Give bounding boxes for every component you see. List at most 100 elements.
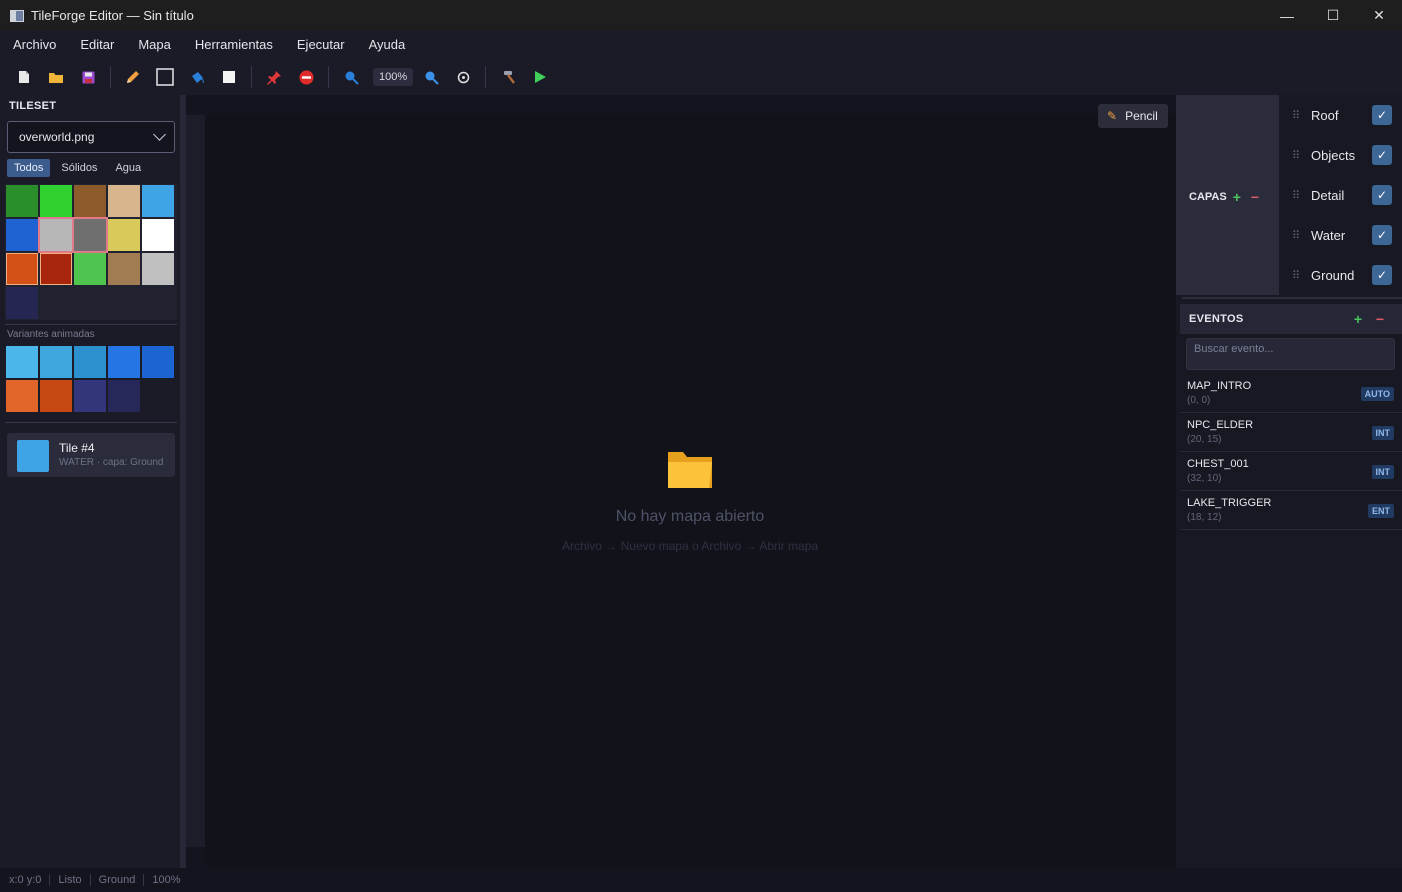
hammer-icon[interactable] <box>494 63 522 91</box>
tile-swatch[interactable] <box>108 253 140 285</box>
no-entry-icon[interactable] <box>292 63 320 91</box>
tile-swatch[interactable] <box>40 185 72 217</box>
animated-tile-grid <box>5 346 177 414</box>
rectangle-icon[interactable] <box>151 63 179 91</box>
empty-state-hint: Archivo → Nuevo mapa o Archivo → Abrir m… <box>561 539 819 553</box>
event-row[interactable]: MAP_INTRO (0, 0) AUTO <box>1180 374 1402 413</box>
tile-swatch[interactable] <box>38 217 74 253</box>
tile-swatch[interactable] <box>74 253 106 285</box>
menu-ayuda[interactable]: Ayuda <box>357 31 418 59</box>
animated-tile-swatch[interactable] <box>40 346 72 378</box>
drag-handle-icon[interactable]: ⠿ <box>1292 149 1311 162</box>
remove-event-button[interactable]: − <box>1376 311 1384 327</box>
event-row[interactable]: CHEST_001 (32, 10) INT <box>1180 452 1402 491</box>
menu-archivo[interactable]: Archivo <box>1 31 68 59</box>
animated-tile-swatch[interactable] <box>74 346 106 378</box>
animated-tile-swatch[interactable] <box>74 380 106 412</box>
tileset-panel: TILESET overworld.png Todos Sólidos Agua… <box>0 95 180 868</box>
close-button[interactable]: ✕ <box>1356 0 1402 31</box>
divider <box>5 422 177 423</box>
status-zoom: 100% <box>152 874 181 886</box>
pencil-icon: ✎ <box>1107 109 1118 123</box>
divider <box>1182 297 1402 299</box>
tab-agua[interactable]: Agua <box>108 159 148 177</box>
tile-swatch[interactable] <box>142 185 174 217</box>
event-position: (18, 12) <box>1187 512 1222 523</box>
animated-tile-swatch[interactable] <box>6 380 38 412</box>
menu-ejecutar[interactable]: Ejecutar <box>285 31 357 59</box>
remove-layer-button[interactable]: − <box>1251 189 1259 205</box>
tile-swatch[interactable] <box>142 219 174 251</box>
toolbar-divider <box>251 66 252 88</box>
save-icon[interactable] <box>74 63 102 91</box>
tile-swatch[interactable] <box>72 217 108 253</box>
canvas-header <box>186 95 1176 115</box>
layer-visibility-checkbox[interactable]: ✓ <box>1372 265 1392 285</box>
zoom-out-icon[interactable] <box>337 63 365 91</box>
fill-bucket-icon[interactable] <box>183 63 211 91</box>
tile-swatch[interactable] <box>108 185 140 217</box>
tileset-select[interactable]: overworld.png <box>7 121 175 153</box>
active-tool-badge: ✎ Pencil <box>1098 104 1168 128</box>
tile-swatch[interactable] <box>74 185 106 217</box>
animated-tile-swatch[interactable] <box>108 346 140 378</box>
menu-mapa[interactable]: Mapa <box>126 31 183 59</box>
zoom-level[interactable]: 100% <box>373 68 414 86</box>
event-name: LAKE_TRIGGER <box>1187 497 1272 509</box>
drag-handle-icon[interactable]: ⠿ <box>1292 189 1311 202</box>
status-divider <box>143 874 145 886</box>
layers-heading: CAPAS <box>1189 191 1227 203</box>
maximize-button[interactable]: ☐ <box>1310 0 1356 31</box>
menu-editar[interactable]: Editar <box>68 31 126 59</box>
drag-handle-icon[interactable]: ⠿ <box>1292 269 1311 282</box>
event-row[interactable]: LAKE_TRIGGER (18, 12) ENT <box>1180 491 1402 530</box>
pencil-icon[interactable] <box>119 63 147 91</box>
animated-tile-swatch[interactable] <box>6 346 38 378</box>
tile-swatch[interactable] <box>6 287 38 319</box>
folder-icon <box>666 448 714 490</box>
zoom-in-icon[interactable] <box>417 63 445 91</box>
tile-swatch[interactable] <box>108 219 140 251</box>
event-row[interactable]: NPC_ELDER (20, 15) INT <box>1180 413 1402 452</box>
layer-visibility-checkbox[interactable]: ✓ <box>1372 185 1392 205</box>
add-layer-button[interactable]: + <box>1233 189 1241 205</box>
new-file-icon[interactable] <box>10 63 38 91</box>
layer-visibility-checkbox[interactable]: ✓ <box>1372 225 1392 245</box>
layer-row[interactable]: ⠿ Ground ✓ <box>1292 255 1402 295</box>
minimize-button[interactable]: — <box>1264 0 1310 31</box>
tile-swatch[interactable] <box>40 253 72 285</box>
menu-herramientas[interactable]: Herramientas <box>183 31 285 59</box>
layer-row[interactable]: ⠿ Objects ✓ <box>1292 135 1402 175</box>
tile-swatch[interactable] <box>6 185 38 217</box>
animated-tile-swatch[interactable] <box>142 346 174 378</box>
status-bar: x:0 y:0 Listo Ground 100% <box>0 868 1402 892</box>
map-canvas[interactable] <box>205 115 1176 868</box>
zoom-reset-icon[interactable] <box>449 63 477 91</box>
drag-handle-icon[interactable]: ⠿ <box>1292 109 1311 122</box>
tile-swatch[interactable] <box>142 253 174 285</box>
tileset-file: overworld.png <box>19 130 95 144</box>
pin-icon[interactable] <box>260 63 288 91</box>
divider <box>5 324 177 325</box>
selected-tile-name: Tile #4 <box>59 441 95 455</box>
animated-tile-swatch[interactable] <box>108 380 140 412</box>
layer-visibility-checkbox[interactable]: ✓ <box>1372 145 1392 165</box>
tile-swatch[interactable] <box>6 219 38 251</box>
toolbar-divider <box>485 66 487 88</box>
layer-row[interactable]: ⠿ Roof ✓ <box>1292 95 1402 135</box>
drag-handle-icon[interactable]: ⠿ <box>1292 229 1311 242</box>
menu-bar: Archivo Editar Mapa Herramientas Ejecuta… <box>0 31 1402 59</box>
animated-tile-swatch[interactable] <box>40 380 72 412</box>
open-folder-icon[interactable] <box>42 63 70 91</box>
add-event-button[interactable]: + <box>1354 311 1362 327</box>
status-divider <box>49 874 51 886</box>
layer-visibility-checkbox[interactable]: ✓ <box>1372 105 1392 125</box>
tile-swatch[interactable] <box>6 253 38 285</box>
play-icon[interactable] <box>526 63 554 91</box>
layer-row[interactable]: ⠿ Detail ✓ <box>1292 175 1402 215</box>
layer-row[interactable]: ⠿ Water ✓ <box>1292 215 1402 255</box>
tab-solidos[interactable]: Sólidos <box>54 159 104 177</box>
tab-todos[interactable]: Todos <box>7 159 51 177</box>
event-search-input[interactable]: Buscar evento... <box>1186 338 1395 370</box>
square-select-icon[interactable] <box>215 63 243 91</box>
